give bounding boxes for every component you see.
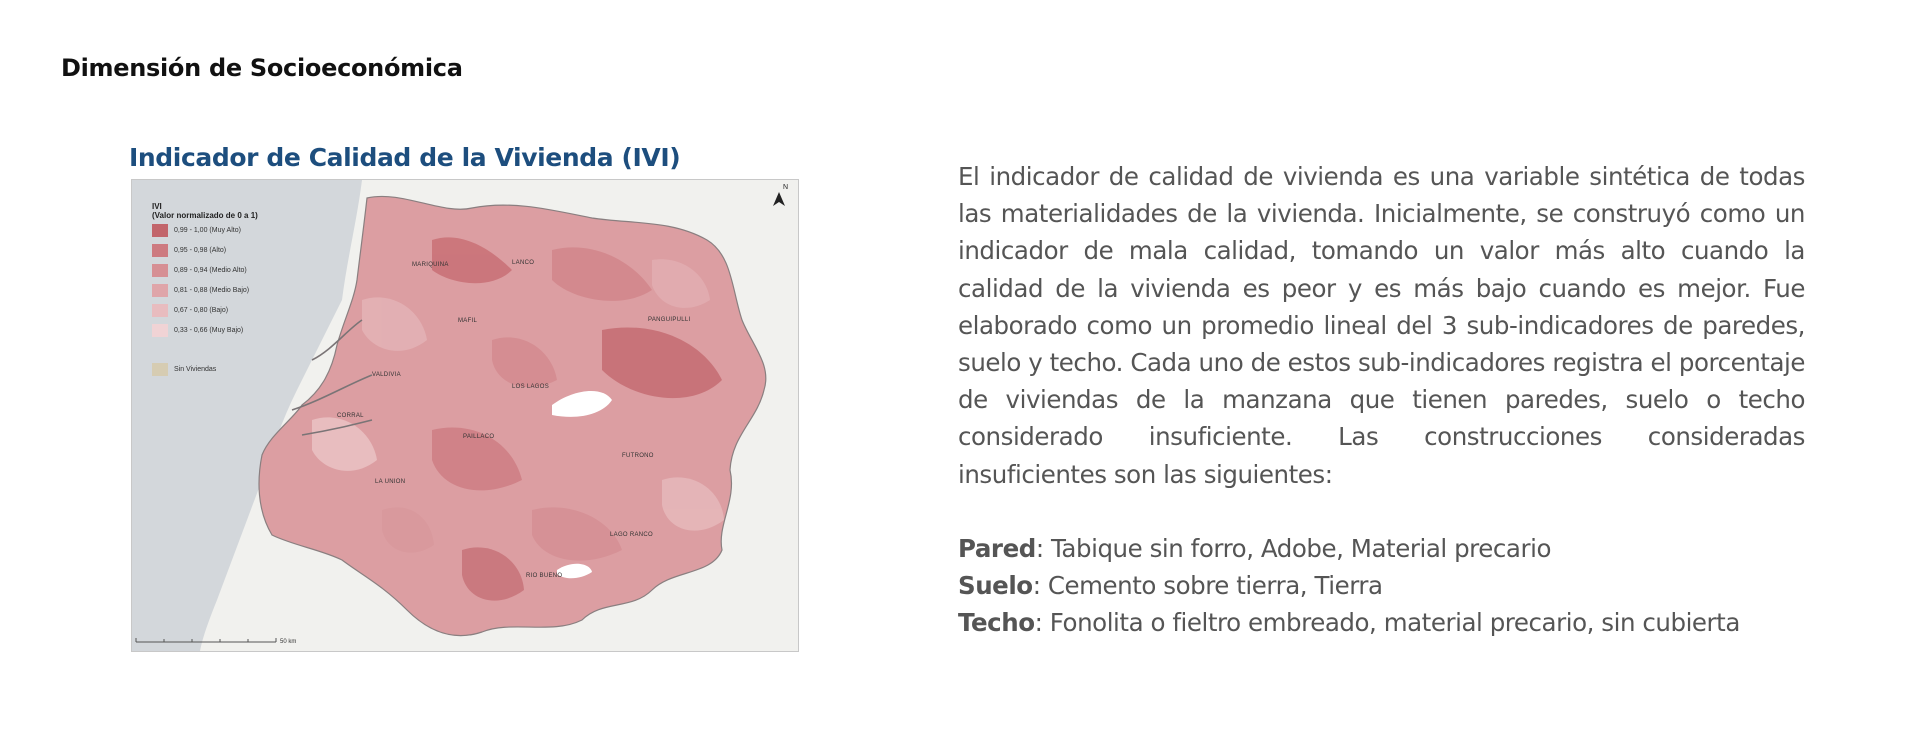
map-title: Indicador de Calidad de la Vivienda (IVI… [129, 143, 681, 172]
place-label: PAILLACO [463, 434, 495, 440]
legend-item: 0,67 - 0,80 (Bajo) [152, 304, 228, 317]
place-label: CORRAL [337, 413, 364, 419]
place-label: PANGUIPULLI [648, 317, 691, 323]
legend-item: 0,95 - 0,98 (Alto) [152, 244, 226, 257]
place-label: MARIQUINA [412, 262, 449, 268]
legend-label: 0,99 - 1,00 (Muy Alto) [174, 227, 241, 234]
definition-pared: Pared: Tabique sin forro, Adobe, Materia… [958, 530, 1740, 567]
place-label: VALDIVIA [372, 372, 401, 378]
map-panel: IVI (Valor normalizado de 0 a 1) 0,99 - … [131, 179, 799, 652]
map-canvas [132, 180, 798, 651]
legend-item-no-data: Sin Viviendas [152, 363, 216, 376]
description-text: El indicador de calidad de vivienda es u… [958, 158, 1805, 493]
scale-label: 50 km [280, 639, 297, 645]
legend-swatch [152, 304, 168, 317]
definition-term: Techo [958, 608, 1035, 638]
definition-techo: Techo: Fonolita o fieltro embreado, mate… [958, 604, 1740, 641]
legend-item: 0,99 - 1,00 (Muy Alto) [152, 224, 241, 237]
description-paragraph: El indicador de calidad de vivienda es u… [958, 162, 1805, 489]
place-label: LOS LAGOS [512, 384, 550, 390]
legend-label: 0,33 - 0,66 (Muy Bajo) [174, 327, 244, 334]
legend-item: 0,33 - 0,66 (Muy Bajo) [152, 324, 243, 337]
definition-suelo: Suelo: Cemento sobre tierra, Tierra [958, 567, 1740, 604]
definition-text: : Cemento sobre tierra, Tierra [1032, 571, 1383, 601]
definition-text: : Fonolita o fieltro embreado, material … [1034, 608, 1741, 638]
legend-label: Sin Viviendas [174, 366, 217, 373]
definition-text: : Tabique sin forro, Adobe, Material pre… [1035, 534, 1552, 563]
legend-label: 0,95 - 0,98 (Alto) [174, 247, 227, 254]
place-label: FUTRONO [622, 453, 654, 459]
place-label: RIO BUENO [526, 573, 563, 579]
legend-label: 0,67 - 0,80 (Bajo) [174, 307, 229, 314]
legend-swatch [152, 324, 168, 337]
legend-title-line1: IVI [152, 202, 162, 211]
legend-label: 0,81 - 0,88 (Medio Bajo) [174, 287, 250, 294]
definition-term: Suelo [958, 571, 1033, 601]
place-label: LA UNION [375, 479, 406, 485]
legend-swatch [152, 284, 168, 297]
legend-title-line2: (Valor normalizado de 0 a 1) [152, 211, 258, 220]
legend-title: IVI (Valor normalizado de 0 a 1) [152, 202, 258, 220]
place-label: LAGO RANCO [610, 532, 654, 538]
legend-swatch [152, 244, 168, 257]
place-label: MAFIL [458, 318, 478, 324]
legend-swatch [152, 224, 168, 237]
north-label: N [782, 184, 788, 191]
page-title: Dimensión de Socioeconómica [61, 54, 463, 82]
definitions-list: Pared: Tabique sin forro, Adobe, Materia… [958, 530, 1740, 642]
legend-item: 0,89 - 0,94 (Medio Alto) [152, 264, 247, 277]
legend-swatch [152, 264, 168, 277]
legend-label: 0,89 - 0,94 (Medio Alto) [174, 267, 247, 274]
definition-term: Pared [958, 534, 1036, 563]
place-label: LANCO [512, 260, 535, 266]
legend-swatch [152, 363, 168, 376]
legend-item: 0,81 - 0,88 (Medio Bajo) [152, 284, 249, 297]
